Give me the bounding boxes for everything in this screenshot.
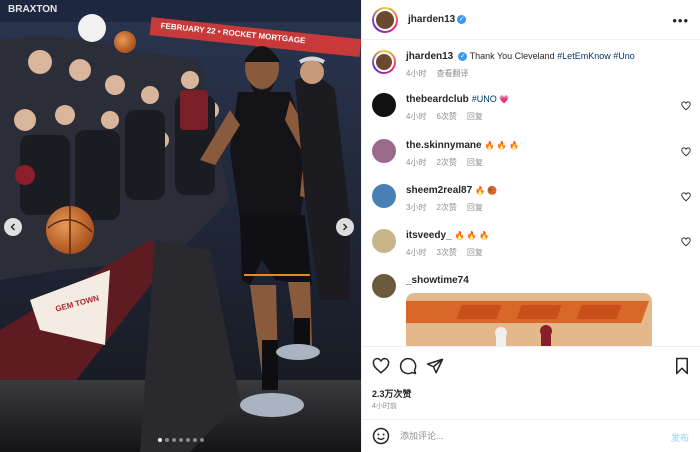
carousel-prev-button[interactable] [4, 218, 22, 236]
verified-icon: ✓ [458, 52, 468, 62]
comment-username[interactable]: _showtime74 [406, 275, 469, 286]
comment-avatar[interactable] [372, 274, 396, 298]
comment-username[interactable]: thebeardclub [406, 94, 469, 105]
comment-row: itsveedy_ 🔥 🔥 🔥 4小时 3次赞 回复 [372, 229, 489, 258]
comment-time: 3小时 [406, 203, 427, 212]
heart-icon[interactable] [372, 357, 390, 375]
action-bar: 2.3万次赞 4小时前 [362, 346, 700, 426]
comment-heart-icon[interactable] [681, 192, 691, 202]
author-avatar[interactable] [372, 6, 398, 33]
more-icon[interactable]: ••• [672, 13, 689, 28]
comment-time: 4小时 [406, 158, 427, 167]
carousel-next-button[interactable] [336, 218, 354, 236]
arena-sign-text: BRAXTON [8, 4, 57, 15]
comment-likes[interactable]: 6次赞 [436, 111, 456, 122]
comment-avatar[interactable] [372, 184, 396, 208]
author-username[interactable]: jharden13 [408, 14, 455, 25]
carousel-dots [0, 438, 361, 442]
comment-input[interactable] [400, 431, 640, 441]
comment-time: 4小时 [406, 248, 427, 257]
caption-row: jharden13 ✓ Thank You Cleveland #LetEmKno… [372, 50, 635, 79]
comment-avatar[interactable] [372, 139, 396, 163]
carousel-dot[interactable] [192, 438, 197, 442]
carousel-dot[interactable] [185, 438, 190, 442]
comment-emoji: 🔥 🔥 🔥 [454, 231, 489, 240]
reply-button[interactable]: 回复 [467, 111, 483, 122]
comment-username[interactable]: itsveedy_ [406, 230, 452, 241]
comment-row: sheem2real87 🔥 🏀 3小时 2次赞 回复 [372, 184, 497, 213]
post-timestamp: 4小时前 [372, 403, 397, 410]
caption-time: 4小时 [406, 69, 427, 78]
post-header: jharden13 ✓ ••• [362, 0, 700, 40]
comment-likes[interactable]: 3次赞 [436, 247, 456, 258]
comment-row: thebeardclub #UNO 💗 4小时 6次赞 回复 [372, 93, 509, 122]
reply-button[interactable]: 回复 [467, 202, 483, 213]
comment-emoji: 💗 [499, 95, 510, 104]
comment-likes[interactable]: 2次赞 [436, 202, 456, 213]
emoji-icon[interactable] [372, 427, 390, 445]
caption-tag-letemknow[interactable]: #LetEmKnow [557, 51, 611, 61]
share-icon[interactable] [426, 357, 444, 375]
caption-avatar[interactable] [372, 50, 396, 74]
comment-heart-icon[interactable] [681, 101, 691, 111]
translate-link[interactable]: 查看翻译 [436, 68, 468, 79]
photo-illustration: BRAXTON FEBRUARY 22 • ROCKET MORTGAGE GE… [0, 0, 361, 452]
reply-button[interactable]: 回复 [467, 247, 483, 258]
comment-emoji: 🔥 🏀 [475, 186, 498, 195]
bookmark-icon[interactable] [673, 357, 691, 375]
carousel-dot[interactable] [178, 438, 183, 442]
comment-emoji: 🔥 🔥 🔥 [484, 141, 519, 150]
comment-composer: 发布 [362, 419, 700, 452]
comment-heart-icon[interactable] [681, 237, 691, 247]
verified-icon: ✓ [457, 15, 467, 24]
caption-text: Thank You Cleveland [469, 51, 558, 61]
reply-button[interactable]: 回复 [467, 157, 483, 168]
comment-time: 4小时 [406, 112, 427, 121]
comment-icon[interactable] [399, 357, 417, 375]
carousel-dot[interactable] [164, 438, 169, 442]
comment-heart-icon[interactable] [681, 147, 691, 157]
post-detail-panel: jharden13 ✓ ••• jharden13 ✓ Thank You Cle… [361, 0, 700, 452]
caption-tag-uno[interactable]: #Uno [613, 51, 635, 61]
post-comment-button[interactable]: 发布 [671, 431, 689, 444]
comment-username[interactable]: the.skinnymane [406, 140, 482, 151]
comment-row: the.skinnymane 🔥 🔥 🔥 4小时 2次赞 回复 [372, 139, 519, 168]
likes-count[interactable]: 2.3万次赞 [372, 387, 412, 400]
comments-list: jharden13 ✓ Thank You Cleveland #LetEmKno… [362, 40, 700, 346]
comment-avatar[interactable] [372, 229, 396, 253]
comment-avatar[interactable] [372, 93, 396, 117]
chevron-left-icon [10, 223, 15, 231]
carousel-dot[interactable] [199, 438, 204, 442]
comment-tag[interactable]: #UNO [472, 94, 497, 104]
carousel-dot[interactable] [171, 438, 176, 442]
comment-username[interactable]: sheem2real87 [406, 185, 472, 196]
comment-likes[interactable]: 2次赞 [436, 157, 456, 168]
caption-username[interactable]: jharden13 [406, 51, 453, 62]
carousel-dot[interactable] [157, 438, 162, 442]
post-photo[interactable]: BRAXTON FEBRUARY 22 • ROCKET MORTGAGE GE… [0, 0, 361, 452]
chevron-right-icon [343, 223, 348, 231]
court-illustration [406, 293, 652, 346]
comment-image[interactable] [406, 293, 652, 346]
